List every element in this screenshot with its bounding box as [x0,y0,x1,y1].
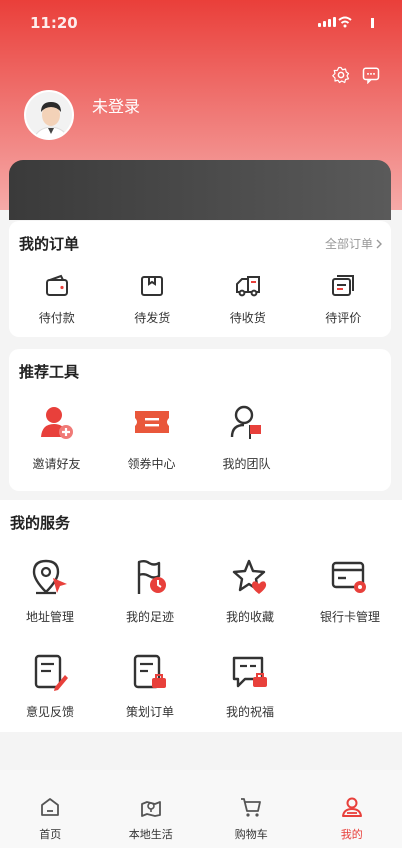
service-label: 地址管理 [25,610,74,624]
local-life-icon [140,801,161,817]
member-card[interactable] [9,160,391,220]
service-feedback[interactable]: 意见反馈 [0,653,100,720]
cart-icon [241,798,262,817]
wallet-icon [45,274,68,296]
tool-coupon-center[interactable]: 领券中心 [104,403,199,472]
service-plan-order[interactable]: 策划订单 [100,653,200,720]
truck-icon [235,276,260,297]
login-prompt[interactable]: 未登录 [92,93,140,117]
tab-cart[interactable]: 购物车 [206,770,296,848]
tab-label: 本地生活 [128,828,173,841]
tab-home[interactable]: 首页 [5,770,95,848]
plan-order-icon [133,654,166,689]
message-icon[interactable] [362,66,380,84]
service-label: 我的足迹 [125,610,174,624]
order-label: 待付款 [38,311,75,325]
tab-label: 首页 [39,828,62,841]
service-footprint[interactable]: 我的足迹 [100,558,200,625]
profile-icon [341,797,362,817]
service-label: 我的祝福 [225,705,274,719]
recommended-tools-card: 推荐工具 邀请好友 领券中心 我的团队 [9,349,391,491]
service-label: 策划订单 [125,705,174,719]
tools-title: 推荐工具 [19,363,80,381]
service-blessing[interactable]: 我的祝福 [200,653,300,720]
tool-label: 邀请好友 [32,457,81,471]
service-address[interactable]: 地址管理 [0,558,100,625]
signal-icon [318,17,336,27]
order-label: 待评价 [325,311,362,325]
favorite-icon [232,559,267,594]
tab-label: 购物车 [234,828,268,841]
status-bar: 11:20 [30,14,374,34]
service-bank-card[interactable]: 银行卡管理 [300,558,400,625]
invite-user-icon [40,407,73,439]
address-icon [32,559,67,595]
tool-my-team[interactable]: 我的团队 [199,403,294,472]
feedback-icon [34,654,68,691]
order-pending-receipt[interactable]: 待收货 [208,273,288,326]
tool-label: 领券中心 [127,457,176,471]
team-icon [230,405,261,439]
tab-label: 我的 [340,828,363,841]
all-orders-label: 全部订单 [324,237,373,251]
all-orders-link[interactable]: 全部订单 [325,235,383,252]
bottom-tab-bar: 首页 本地生活 购物车 我的 [0,770,402,848]
review-icon [332,275,355,296]
avatar[interactable] [24,90,74,140]
my-orders-card: 我的订单 全部订单 待付款 待发货 待收货 待评价 [9,221,391,337]
status-time: 11:20 [30,14,78,32]
service-label: 意见反馈 [25,705,74,719]
tool-label: 我的团队 [222,457,271,471]
service-label: 我的收藏 [225,610,274,624]
order-label: 待收货 [229,311,266,325]
wifi-icon [338,16,352,28]
coupon-icon [134,411,169,433]
order-pending-review[interactable]: 待评价 [303,273,383,326]
blessing-icon [232,656,267,688]
bank-card-icon [331,561,366,593]
order-label: 待发货 [134,311,171,325]
footprint-icon [137,560,166,594]
tab-profile[interactable]: 我的 [307,770,397,848]
tool-invite-friends[interactable]: 邀请好友 [9,403,104,472]
my-services-section: 我的服务 地址管理 我的足迹 我的收藏 银行卡管理 意见反馈 策划订单 我的祝福 [0,500,402,732]
chevron-right-icon [376,239,382,248]
order-pending-payment[interactable]: 待付款 [17,273,97,326]
tab-local-life[interactable]: 本地生活 [106,770,196,848]
box-icon [141,276,164,296]
service-favorites[interactable]: 我的收藏 [200,558,300,625]
settings-icon[interactable] [332,66,350,84]
order-pending-shipment[interactable]: 待发货 [112,273,192,326]
home-icon [41,798,60,816]
service-label: 银行卡管理 [319,610,380,624]
services-title: 我的服务 [10,514,71,532]
battery-icon [371,18,374,28]
orders-title: 我的订单 [19,235,80,253]
